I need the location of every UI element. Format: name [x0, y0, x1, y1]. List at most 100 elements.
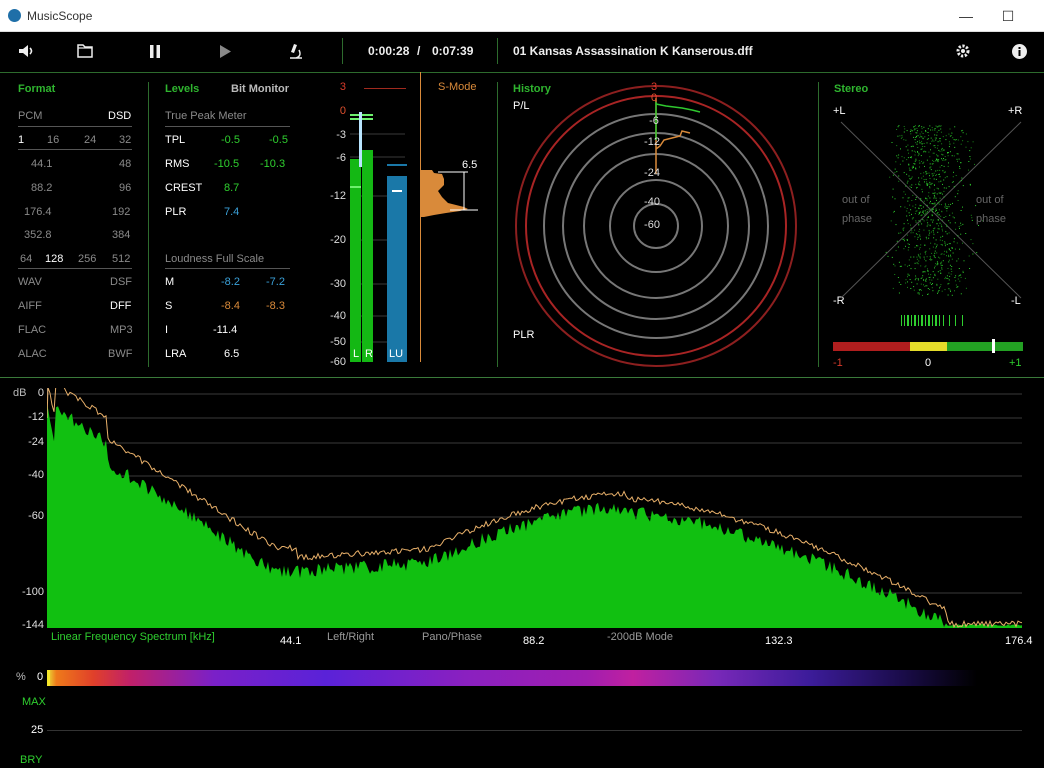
stereo-dot [914, 160, 916, 162]
spectrum-x-176: 176.4 [1005, 635, 1033, 647]
stereo-dot [948, 261, 950, 263]
stereo-dot [957, 258, 959, 260]
stereo-dot [944, 203, 946, 205]
stereo-dot [946, 275, 948, 277]
stereo-dot [922, 162, 924, 164]
stereo-dot [962, 206, 963, 208]
stereo-dot [919, 221, 921, 223]
stereo-dot [955, 275, 957, 277]
stereo-dot [928, 234, 930, 236]
m-label: M [165, 276, 175, 288]
stereo-dot [914, 139, 916, 141]
app-logo-icon [8, 9, 21, 22]
stereo-dot [902, 230, 904, 232]
stereo-dot [894, 265, 896, 267]
stereo-dot [924, 214, 926, 216]
microscope-icon[interactable] [281, 32, 311, 70]
stereo-dot [917, 292, 919, 294]
stereo-dot [936, 131, 938, 133]
stereo-dot [939, 257, 941, 259]
stereo-dot [933, 140, 935, 142]
info-icon[interactable] [1004, 32, 1034, 70]
stereo-dot [923, 126, 925, 128]
stereo-dot [943, 165, 945, 167]
stereo-dot [919, 204, 921, 206]
crest-label: CREST [165, 182, 203, 194]
stereo-dot [945, 187, 947, 189]
maximize-button[interactable]: ☐ [985, 4, 1031, 28]
stereo-dot [924, 271, 926, 273]
stereo-dot [937, 155, 939, 157]
stereo-dot [906, 239, 908, 240]
stereo-dot [925, 278, 927, 280]
ring-label-m12: -12 [644, 136, 660, 148]
stereo-dot [941, 193, 943, 195]
stereo-dot [921, 128, 923, 130]
stereo-dot [939, 222, 941, 224]
settings-gear-icon[interactable] [948, 32, 978, 70]
stereo-dot [934, 134, 936, 136]
stereo-dot [936, 246, 937, 248]
minimize-button[interactable]: — [943, 4, 989, 28]
stereo-dot [932, 163, 934, 165]
stereo-dot [938, 256, 939, 258]
stereo-dot [951, 247, 953, 248]
stereo-dot [917, 279, 919, 281]
play-icon[interactable] [210, 32, 240, 70]
stereo-dot [945, 139, 947, 141]
stereo-dot [905, 185, 907, 187]
stereo-dot [931, 207, 933, 209]
stereo-dot [942, 136, 944, 138]
stereo-dot [946, 233, 948, 235]
stereo-dot [926, 159, 928, 161]
stereo-dot [919, 234, 921, 236]
stereo-dot [938, 203, 940, 205]
pano-phase-mode[interactable]: Pano/Phase [422, 631, 482, 643]
dsd-512: 512 [112, 253, 131, 265]
stereo-dot [933, 161, 935, 162]
stereo-dot [919, 166, 920, 168]
stereo-dot [931, 252, 933, 254]
stereo-dot [927, 216, 929, 218]
minus-200db-mode[interactable]: -200dB Mode [607, 631, 673, 643]
stereo-dot [921, 208, 923, 209]
stereo-dot [903, 131, 905, 133]
stereo-dot [919, 247, 921, 249]
left-right-mode[interactable]: Left/Right [327, 631, 374, 643]
stereo-dot [965, 233, 967, 234]
pause-icon[interactable] [140, 32, 170, 70]
bit-monitor-tab[interactable]: Bit Monitor [231, 83, 289, 95]
stereo-dot [948, 254, 949, 256]
stereo-dot [906, 234, 908, 236]
stereo-dot [963, 260, 965, 262]
stereo-dot [945, 159, 947, 161]
stereo-dot [904, 193, 906, 195]
time-separator: / [417, 44, 421, 58]
s-mode-label[interactable]: S-Mode [438, 81, 477, 93]
stereo-dot [921, 191, 923, 193]
stereo-dot [935, 178, 937, 180]
rms-right: -10.3 [260, 158, 286, 170]
open-folder-icon[interactable] [70, 32, 100, 70]
stereo-dot [932, 192, 934, 194]
stereo-dot [960, 143, 962, 145]
stereo-dot [957, 235, 959, 237]
stereo-dot [955, 284, 957, 286]
stereo-dot [951, 258, 953, 260]
stereo-dot [946, 207, 948, 209]
stereo-dot [915, 167, 917, 169]
stereo-dot [923, 213, 925, 214]
meter-scale-m20: -20 [330, 234, 346, 246]
stereo-dot [929, 186, 931, 188]
stereo-dot [947, 152, 948, 154]
stereo-dot [914, 154, 916, 156]
volume-icon[interactable] [12, 32, 42, 70]
stereo-dot [904, 128, 906, 130]
stereo-dot [913, 163, 915, 164]
stereo-dot [944, 159, 946, 161]
stereo-dot [919, 162, 921, 164]
ring-label-0: 0 [650, 92, 658, 104]
stereo-dot [962, 270, 964, 272]
stereo-dot [891, 142, 893, 143]
stereo-dot [926, 181, 928, 183]
